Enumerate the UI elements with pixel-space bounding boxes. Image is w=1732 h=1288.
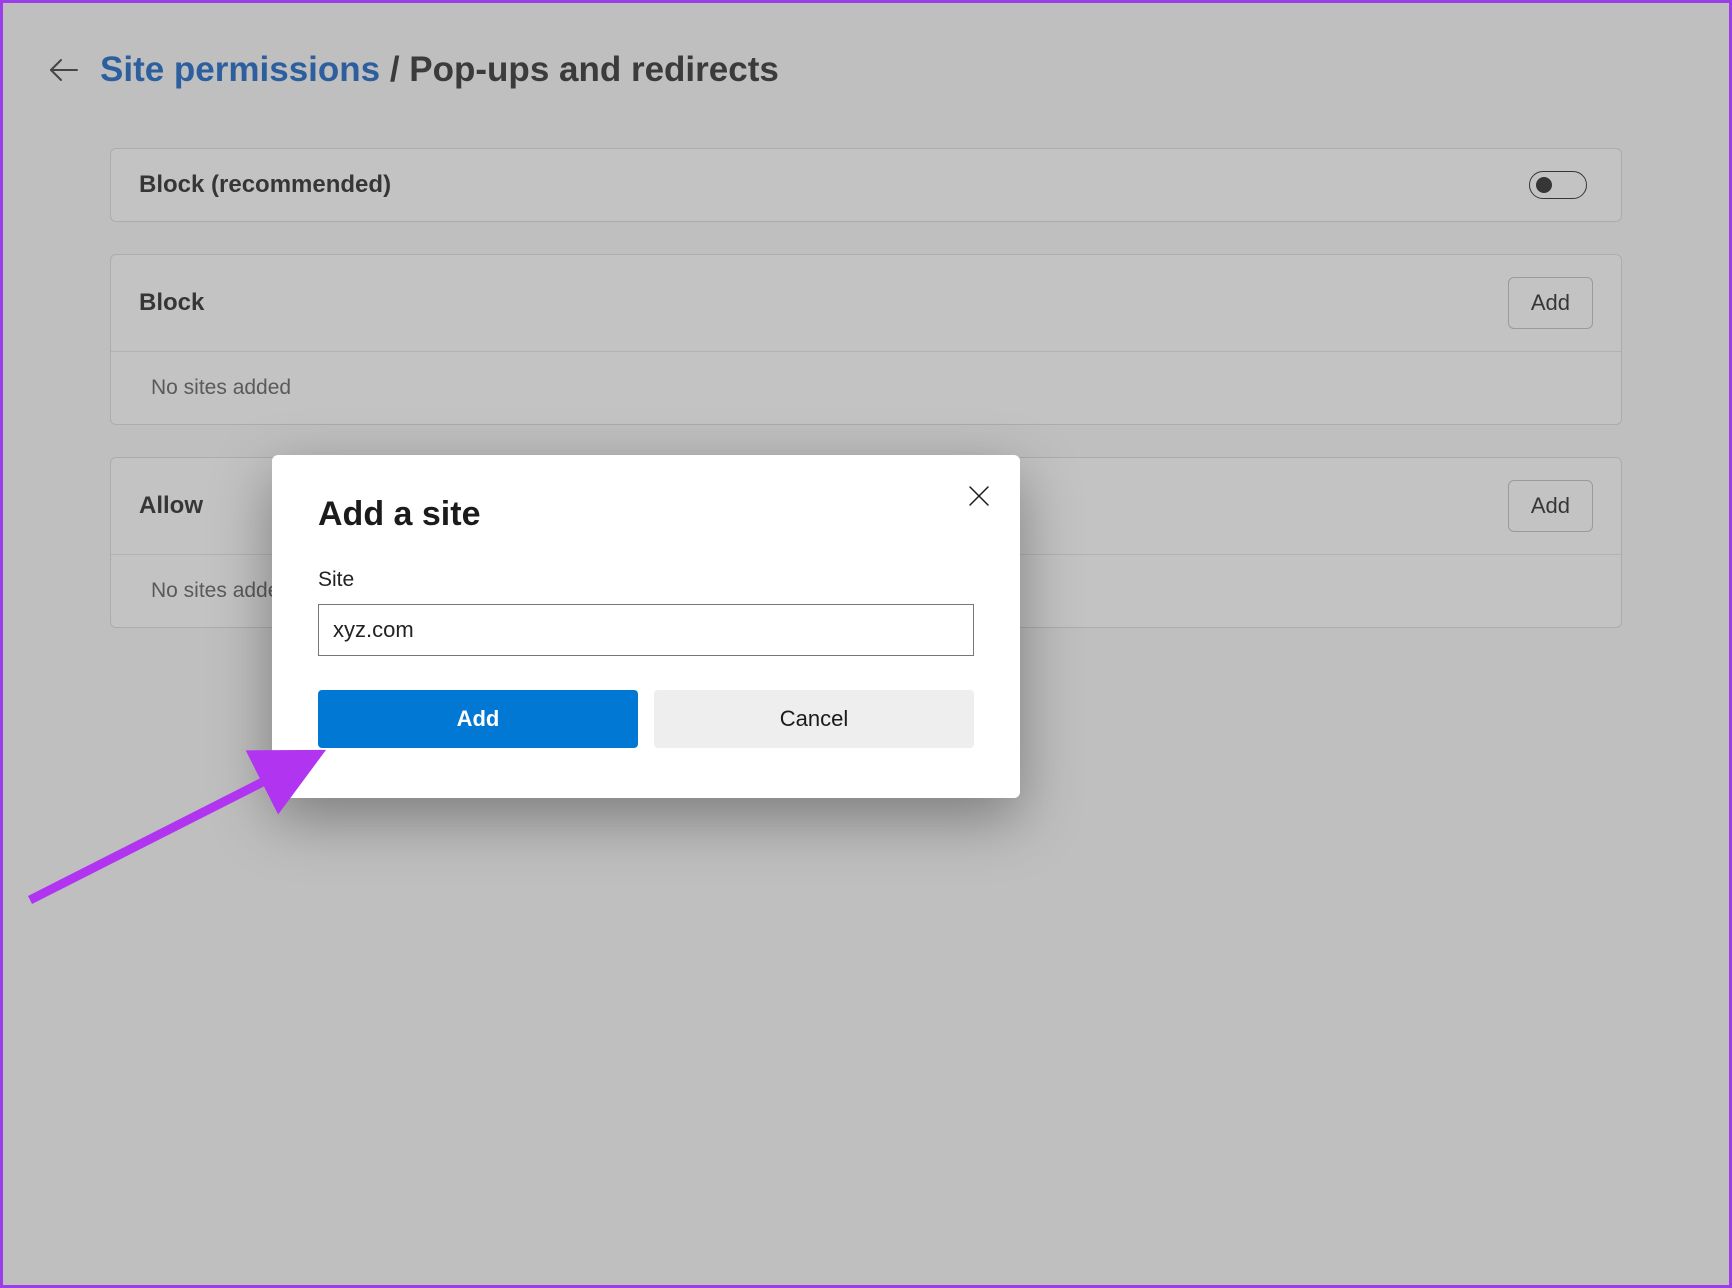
dialog-cancel-button[interactable]: Cancel — [654, 690, 974, 748]
dialog-add-button[interactable]: Add — [318, 690, 638, 748]
close-icon[interactable] — [962, 479, 996, 513]
add-site-dialog: Add a site Site Add Cancel — [272, 455, 1020, 798]
site-field-label: Site — [318, 568, 974, 592]
dialog-title: Add a site — [318, 495, 974, 534]
site-input[interactable] — [318, 604, 974, 656]
